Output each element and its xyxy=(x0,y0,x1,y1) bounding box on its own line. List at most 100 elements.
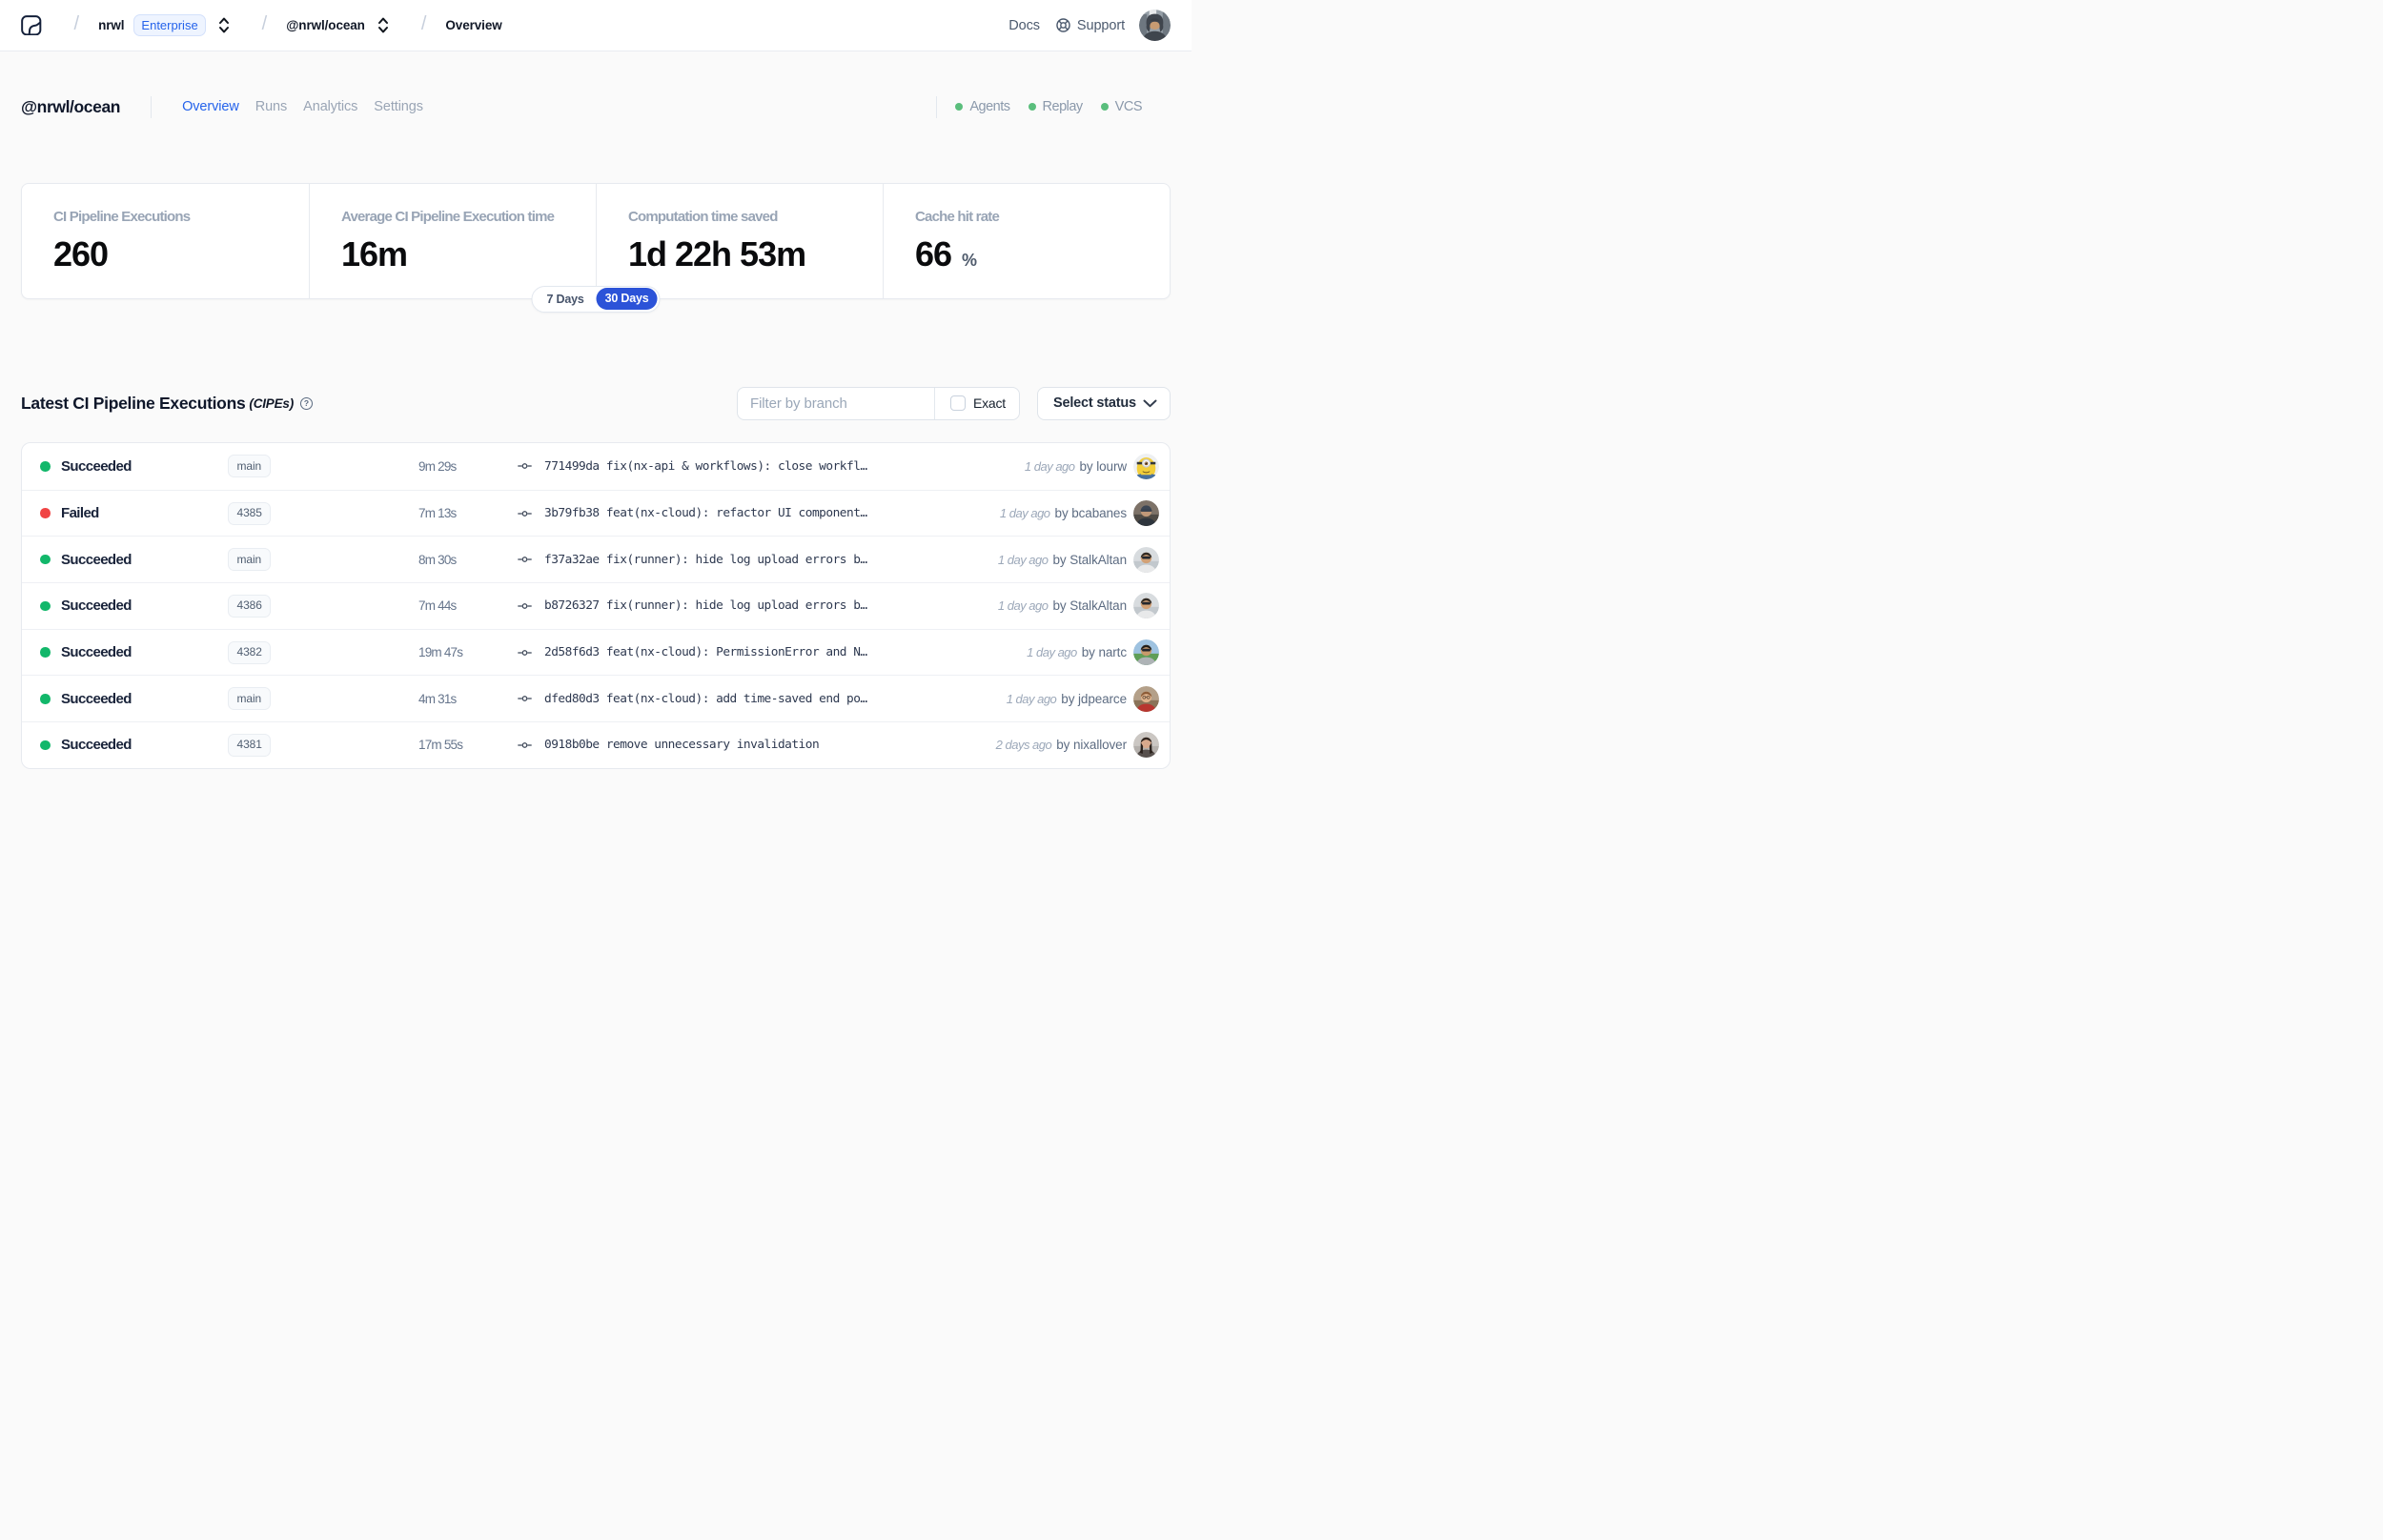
run-time-ago: 1 day ago xyxy=(1027,645,1077,660)
run-author: by jdpearce xyxy=(1061,691,1127,706)
nx-cloud-logo-icon[interactable] xyxy=(21,14,42,36)
author-avatar xyxy=(1133,453,1159,479)
support-link[interactable]: Support xyxy=(1055,17,1125,33)
run-duration: 4m 31s xyxy=(418,691,457,706)
author-avatar xyxy=(1133,685,1159,712)
git-commit-icon xyxy=(518,463,532,470)
range-30-days[interactable]: 30 Days xyxy=(596,288,658,310)
support-label[interactable]: Support xyxy=(1077,18,1125,33)
git-commit-icon xyxy=(518,603,532,609)
run-time-ago: 1 day ago xyxy=(997,598,1049,614)
meta-cell: 1 day ago by StalkAltan xyxy=(997,593,1159,619)
author-avatar xyxy=(1133,732,1159,759)
tab-settings[interactable]: Settings xyxy=(374,99,423,114)
org-switcher-chevrons-icon[interactable] xyxy=(218,16,230,34)
workspace-switcher-chevrons-icon[interactable] xyxy=(377,16,389,34)
author-avatar xyxy=(1133,500,1159,527)
breadcrumb-slash: / xyxy=(73,13,80,34)
author-avatar xyxy=(1133,639,1159,666)
run-duration: 7m 44s xyxy=(418,598,457,614)
meta-cell: 1 day ago by lourw xyxy=(1025,453,1159,479)
exact-checkbox[interactable] xyxy=(950,395,966,411)
commit-message: 2d58f6d3 feat(nx-cloud): PermissionError… xyxy=(544,645,867,660)
table-row[interactable]: Succeeded 4382 19m 47s 2d58f6d3 feat(nx-… xyxy=(22,628,1170,676)
run-author: by StalkAltan xyxy=(1052,598,1128,614)
branch-badge: main xyxy=(228,687,271,711)
tab-runs[interactable]: Runs xyxy=(255,99,288,114)
table-row[interactable]: Succeeded 4386 7m 44s b8726327 fix(runne… xyxy=(22,582,1170,629)
commit-message: 0918b0be remove unnecessary invalidation xyxy=(544,738,820,753)
run-status: Succeeded xyxy=(61,598,132,615)
list-controls: Exact Select status xyxy=(737,386,1171,420)
branch-badge: 4381 xyxy=(228,733,272,757)
status-agents[interactable]: Agents xyxy=(955,99,1010,114)
branch-badge: 4386 xyxy=(228,594,272,618)
list-title-suffix: (CIPEs) xyxy=(249,395,295,411)
range-7-days[interactable]: 7 Days xyxy=(535,289,597,310)
life-buoy-icon xyxy=(1056,18,1070,32)
enterprise-badge: Enterprise xyxy=(133,14,206,36)
breadcrumb-workspace[interactable]: @nrwl/ocean xyxy=(286,18,365,32)
stat-value-row: 260 xyxy=(53,233,295,274)
commit-cell: 771499da fix(nx-api & workflows): close … xyxy=(518,459,1025,474)
commit-cell: dfed80d3 feat(nx-cloud): add time-saved … xyxy=(518,692,1007,706)
commit-message: b8726327 fix(runner): hide log upload er… xyxy=(544,598,867,614)
docs-link[interactable]: Docs xyxy=(1008,18,1040,33)
status-cell: Succeeded xyxy=(40,737,228,753)
list-title: Latest CI Pipeline Executions xyxy=(21,393,246,413)
status-select[interactable]: Select status xyxy=(1037,386,1171,420)
workspace-toolbar: @nrwl/ocean Overview Runs Analytics Sett… xyxy=(0,86,1192,128)
run-status: Failed xyxy=(61,505,99,522)
green-status-dot-icon xyxy=(1100,103,1109,111)
branch-filter-group: Exact xyxy=(737,386,1020,420)
run-author: by nixallover xyxy=(1056,738,1127,753)
breadcrumb-org[interactable]: nrwl xyxy=(98,18,124,32)
status-vcs[interactable]: VCS xyxy=(1100,99,1143,114)
top-header: / nrwl Enterprise / @nrwl/ocean / Overvi… xyxy=(0,0,1192,51)
run-status: Succeeded xyxy=(61,551,132,568)
breadcrumb-slash: / xyxy=(420,13,427,34)
date-range-toggle: 7 Days 30 Days xyxy=(531,285,661,313)
user-avatar[interactable] xyxy=(1139,10,1171,41)
tab-analytics[interactable]: Analytics xyxy=(303,99,357,114)
branch-badge: 4382 xyxy=(228,640,272,664)
exact-toggle: Exact xyxy=(934,387,1019,419)
workspace-tabs: Overview Runs Analytics Settings xyxy=(182,99,423,114)
breadcrumb-slash: / xyxy=(261,13,268,34)
header-actions: Docs Support xyxy=(1008,10,1171,41)
breadcrumb-page[interactable]: Overview xyxy=(445,18,501,32)
status-dot-icon xyxy=(40,554,51,565)
run-time-ago: 1 day ago xyxy=(999,506,1050,521)
table-row[interactable]: Succeeded main 9m 29s 771499da fix(nx-ap… xyxy=(22,443,1170,490)
git-commit-icon xyxy=(518,557,532,563)
status-dot-icon xyxy=(40,461,51,472)
stats-card: CI Pipeline Executions 260 Average CI Pi… xyxy=(21,182,1171,299)
run-time-ago: 1 day ago xyxy=(1006,691,1057,706)
table-row[interactable]: Succeeded 4381 17m 55s 0918b0be remove u… xyxy=(22,721,1170,768)
run-duration: 9m 29s xyxy=(418,458,457,474)
table-row[interactable]: Failed 4385 7m 13s 3b79fb38 feat(nx-clou… xyxy=(22,489,1170,537)
status-dot-icon xyxy=(40,647,51,658)
exact-label: Exact xyxy=(972,395,1006,411)
stat-value-suffix: % xyxy=(962,250,977,270)
commit-cell: 0918b0be remove unnecessary invalidation xyxy=(518,738,996,752)
status-dot-icon xyxy=(40,508,51,518)
workspace-title: @nrwl/ocean xyxy=(21,96,121,116)
commit-message: dfed80d3 feat(nx-cloud): add time-saved … xyxy=(544,691,867,706)
run-duration: 7m 13s xyxy=(418,506,457,521)
status-cell: Succeeded xyxy=(40,598,228,614)
run-author: by lourw xyxy=(1079,458,1128,474)
author-avatar xyxy=(1133,593,1159,619)
table-row[interactable]: Succeeded main 4m 31s dfed80d3 feat(nx-c… xyxy=(22,675,1170,721)
green-status-dot-icon xyxy=(1028,103,1036,111)
meta-cell: 1 day ago by jdpearce xyxy=(1006,685,1159,712)
stat-computation-time-saved: Computation time saved 1d 22h 53m xyxy=(596,183,883,298)
help-icon[interactable]: ? xyxy=(300,396,314,410)
stat-value: 66 xyxy=(915,233,952,274)
branch-filter-input[interactable] xyxy=(738,387,935,419)
stat-value: 260 xyxy=(53,233,109,274)
table-row[interactable]: Succeeded main 8m 30s f37a32ae fix(runne… xyxy=(22,536,1170,582)
status-dot-icon xyxy=(40,740,51,751)
status-replay[interactable]: Replay xyxy=(1028,99,1083,114)
tab-overview[interactable]: Overview xyxy=(182,99,239,114)
